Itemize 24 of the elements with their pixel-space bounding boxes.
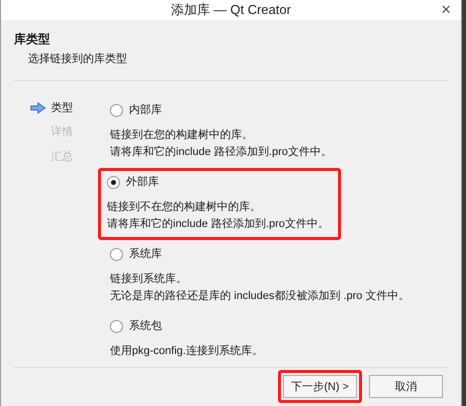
option-description: 请将库和它的include 路径添加到.pro文件中。 xyxy=(110,144,333,160)
step-label: 详情 xyxy=(51,125,73,140)
step-label: 类型 xyxy=(51,100,73,116)
radio-button[interactable] xyxy=(110,104,123,118)
option-label: 系统包 xyxy=(129,318,162,334)
option-label: 内部库 xyxy=(129,102,162,118)
option-description: 链接到不在您的构建树中的库。 xyxy=(107,200,262,215)
option-label: 系统库 xyxy=(129,246,162,262)
option-label: 外部库 xyxy=(126,174,159,190)
header-subtitle: 选择链接到的库类型 xyxy=(27,52,128,66)
header-title: 库类型 xyxy=(14,30,51,48)
radio-button[interactable] xyxy=(110,248,123,262)
dialog-button[interactable]: 取消 xyxy=(369,375,443,398)
window-title: 添加库 — Qt Creator xyxy=(171,1,291,19)
step-label: 汇总 xyxy=(51,150,73,165)
option-description: 使用pkg-config.连接到系统库。 xyxy=(110,344,264,359)
dialog-button[interactable]: 下一步(N) > xyxy=(283,375,357,398)
radio-button[interactable] xyxy=(110,320,123,334)
radio-button[interactable] xyxy=(107,176,120,190)
option-description: 链接到系统库。 xyxy=(110,272,188,287)
option-description: 无论是库的路径还是库的 includes都没被添加到 .pro 文件中。 xyxy=(110,288,410,304)
option-description: 请将库和它的include 路径添加到.pro文件中。 xyxy=(107,216,330,232)
close-button[interactable]: × xyxy=(441,0,451,20)
option-description: 链接到在您的构建树中的库。 xyxy=(110,128,254,143)
